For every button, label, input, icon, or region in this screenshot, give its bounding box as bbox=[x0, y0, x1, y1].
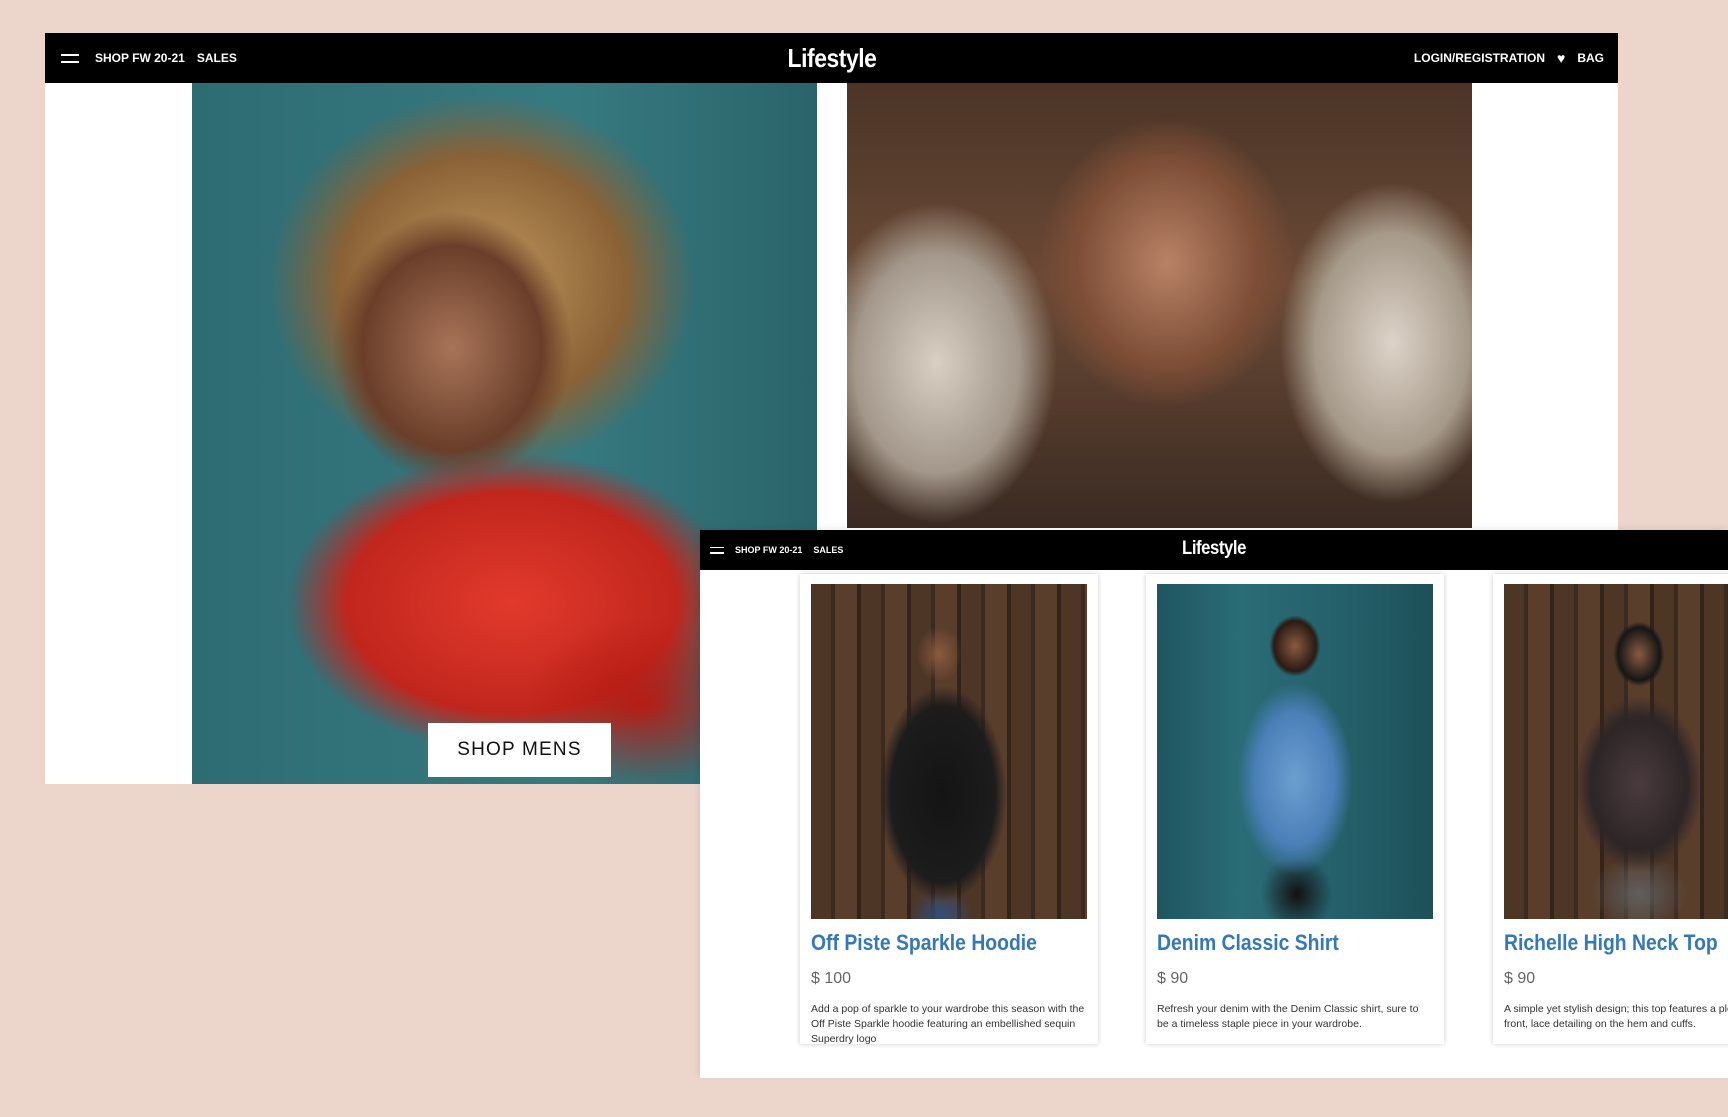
product-image[interactable] bbox=[811, 584, 1087, 919]
brand-logo[interactable]: Lifestyle bbox=[1182, 538, 1246, 560]
product-price: $ 90 bbox=[1157, 970, 1189, 987]
nav-sales-link[interactable]: SALES bbox=[197, 51, 237, 65]
product-name[interactable]: Denim Classic Shirt bbox=[1157, 930, 1339, 956]
menu-icon[interactable] bbox=[61, 53, 79, 63]
top-nav-listing: SHOP FW 20-21 SALES Lifestyle bbox=[700, 530, 1728, 570]
product-card[interactable]: Denim Classic Shirt $ 90 Refresh your de… bbox=[1146, 574, 1444, 1044]
product-name[interactable]: Richelle High Neck Top bbox=[1504, 930, 1718, 956]
login-registration-link[interactable]: LOGIN/REGISTRATION bbox=[1414, 51, 1545, 65]
menu-icon[interactable] bbox=[710, 546, 724, 554]
nav-sales-link[interactable]: SALES bbox=[813, 545, 843, 555]
product-listing-window: SHOP FW 20-21 SALES Lifestyle Off Piste … bbox=[700, 530, 1728, 1078]
product-card[interactable]: Off Piste Sparkle Hoodie $ 100 Add a pop… bbox=[800, 574, 1098, 1045]
womens-hero-image bbox=[847, 83, 1472, 528]
product-description: Refresh your denim with the Denim Classi… bbox=[1157, 1003, 1419, 1030]
nav-shop-link[interactable]: SHOP FW 20-21 bbox=[735, 545, 802, 555]
top-nav: SHOP FW 20-21 SALES Lifestyle LOGIN/REGI… bbox=[45, 33, 1618, 83]
product-image[interactable] bbox=[1157, 584, 1433, 919]
product-name[interactable]: Off Piste Sparkle Hoodie bbox=[811, 930, 1037, 956]
nav-right-group: LOGIN/REGISTRATION ♥ BAG bbox=[1402, 33, 1604, 83]
product-price: $ 100 bbox=[811, 970, 852, 987]
product-price: $ 90 bbox=[1504, 970, 1536, 987]
shop-mens-button[interactable]: SHOP MENS bbox=[428, 723, 611, 777]
brand-logo[interactable]: Lifestyle bbox=[787, 43, 876, 74]
product-description: A simple yet stylish design; this top fe… bbox=[1504, 1003, 1728, 1030]
product-description: Add a pop of sparkle to your wardrobe th… bbox=[811, 1003, 1085, 1045]
product-image[interactable] bbox=[1504, 584, 1728, 919]
product-card[interactable]: Richelle High Neck Top $ 90 A simple yet… bbox=[1493, 574, 1728, 1044]
nav-shop-link[interactable]: SHOP FW 20-21 bbox=[95, 51, 185, 65]
heart-icon[interactable]: ♥ bbox=[1557, 51, 1565, 65]
bag-link[interactable]: BAG bbox=[1577, 51, 1604, 65]
